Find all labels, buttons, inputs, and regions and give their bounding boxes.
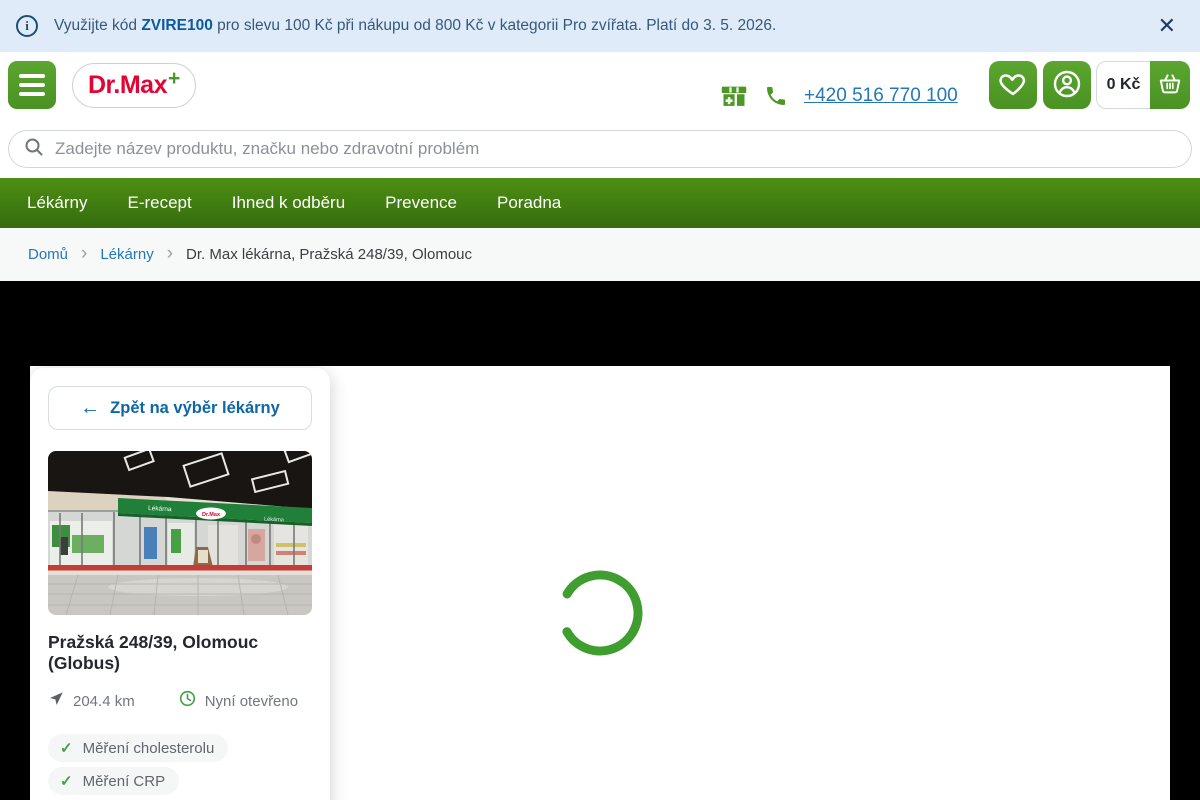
hamburger-bar: [19, 74, 45, 78]
services-list: ✓ Měření cholesterolu ✓ Měření CRP ✓ Der…: [48, 734, 312, 800]
service-pill: ✓ Měření cholesterolu: [48, 734, 228, 762]
breadcrumb-home[interactable]: Domů: [28, 246, 68, 263]
pharmacy-meta: 204.4 km Nyní otevřeno: [48, 690, 312, 712]
photo-sign-left: Lékárna: [148, 505, 172, 513]
logo-plus: +: [168, 67, 180, 91]
cart-button[interactable]: [1150, 61, 1190, 109]
service-label: Měření CRP: [83, 773, 166, 790]
phone-link[interactable]: +420 516 770 100: [804, 85, 958, 107]
open-status-label: Nyní otevřeno: [205, 693, 298, 710]
favorites-button[interactable]: [989, 61, 1037, 109]
header-contact: +420 516 770 100: [720, 72, 958, 120]
header: Dr.Max+ +420 516 770 100: [0, 52, 1200, 178]
promo-banner: i Využijte kód ZVIRE100 pro slevu 100 Kč…: [0, 0, 1200, 52]
map-stage: ← Zpět na výběr lékárny: [0, 281, 1200, 800]
logo-text: Dr.Max: [88, 71, 167, 100]
hamburger-bar: [19, 92, 45, 96]
nav-item-poradna[interactable]: Poradna: [497, 193, 561, 213]
main-nav: Lékárny E-recept Ihned k odběru Prevence…: [0, 178, 1200, 228]
nav-item-ihned-k-odberu[interactable]: Ihned k odběru: [232, 193, 345, 213]
search-icon: [23, 136, 45, 163]
drmax-logo[interactable]: Dr.Max+: [72, 63, 196, 108]
nav-item-lekarny[interactable]: Lékárny: [27, 193, 87, 213]
check-icon: ✓: [60, 772, 73, 790]
arrow-left-icon: ←: [80, 398, 100, 418]
basket-icon: [1157, 71, 1183, 100]
promo-code: ZVIRE100: [141, 17, 213, 34]
promo-suffix: pro slevu 100 Kč při nákupu od 800 Kč v …: [213, 17, 777, 34]
loading-spinner: [552, 565, 648, 661]
page: i Využijte kód ZVIRE100 pro slevu 100 Kč…: [0, 0, 1200, 800]
photo-sign-brand: Dr.Max: [202, 512, 221, 518]
cart[interactable]: 0 Kč: [1096, 61, 1190, 109]
distance-value: 204.4 km: [73, 693, 135, 710]
breadcrumb: Domů › Lékárny › Dr. Max lékárna, Pražsk…: [0, 228, 1200, 281]
cart-total: 0 Kč: [1096, 61, 1150, 109]
open-status: Nyní otevřeno: [179, 690, 298, 712]
search-input[interactable]: [55, 139, 1177, 159]
pharmacy-card: ← Zpět na výběr lékárny: [30, 368, 330, 800]
back-to-pharmacy-list-button[interactable]: ← Zpět na výběr lékárny: [48, 386, 312, 430]
breadcrumb-current: Dr. Max lékárna, Pražská 248/39, Olomouc: [186, 246, 472, 263]
promo-prefix: Využijte kód: [54, 17, 141, 34]
breadcrumb-lekarny[interactable]: Lékárny: [100, 246, 153, 263]
account-button[interactable]: [1043, 61, 1091, 109]
hamburger-menu-button[interactable]: [8, 61, 56, 109]
check-icon: ✓: [60, 739, 73, 757]
phone-icon: [764, 84, 788, 108]
hamburger-bar: [19, 83, 45, 87]
chevron-right-icon: ›: [167, 244, 173, 263]
store-icon[interactable]: [720, 82, 748, 110]
service-pill: ✓ Měření CRP: [48, 767, 179, 795]
clock-icon: [179, 690, 196, 712]
heart-icon: [998, 69, 1028, 102]
distance: 204.4 km: [48, 691, 135, 712]
user-icon: [1051, 68, 1083, 103]
close-icon[interactable]: ✕: [1150, 11, 1184, 41]
pharmacy-photo: Lékárna Dr.Max Lékárna: [48, 451, 312, 615]
pharmacy-title: Pražská 248/39, Olomouc (Globus): [48, 632, 312, 674]
nav-item-prevence[interactable]: Prevence: [385, 193, 457, 213]
chevron-right-icon: ›: [81, 244, 87, 263]
photo-sign-right: Lékárna: [264, 517, 285, 524]
search-bar: [8, 130, 1192, 168]
info-icon: i: [16, 15, 38, 37]
promo-text: Využijte kód ZVIRE100 pro slevu 100 Kč p…: [54, 17, 776, 35]
navigation-arrow-icon: [48, 691, 64, 712]
back-button-label: Zpět na výběr lékárny: [110, 399, 280, 418]
service-label: Měření cholesterolu: [83, 740, 215, 757]
nav-item-erecept[interactable]: E-recept: [127, 193, 191, 213]
